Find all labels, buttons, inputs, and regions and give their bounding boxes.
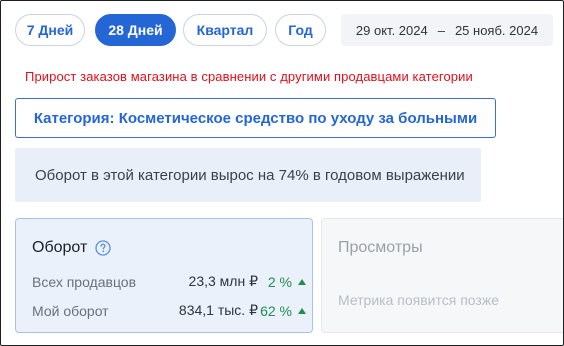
date-end: 25 нояб. 2024	[454, 22, 539, 38]
tab-year[interactable]: Год	[275, 14, 326, 46]
metric-change: 62 %	[258, 303, 306, 319]
views-card-title: Просмотры	[338, 239, 423, 256]
metric-row-all-sellers: Всех продавцов 23,3 млн ₽ 2 %	[32, 273, 306, 290]
views-card: Просмотры Метрика появится позже	[321, 218, 563, 333]
metric-label: Мой оборот	[32, 302, 109, 319]
date-range-picker[interactable]: 29 окт. 2024 – 25 нояб. 2024	[341, 14, 553, 46]
tab-quarter[interactable]: Квартал	[183, 14, 267, 46]
turnover-card-title: Оборот	[32, 239, 111, 257]
views-card-note: Метрика появится позже	[338, 292, 499, 308]
turnover-title-text: Оборот	[32, 239, 88, 256]
question-circle-icon[interactable]	[95, 240, 111, 256]
date-start: 29 окт. 2024	[355, 22, 428, 38]
date-separator: –	[437, 22, 445, 38]
tab-28-days[interactable]: 28 Дней	[95, 14, 176, 46]
metric-change: 2 %	[258, 274, 306, 290]
category-growth-note: Оборот в этой категории вырос на 74% в г…	[15, 148, 481, 202]
turnover-card[interactable]: Оборот Всех продавцов 23,3 млн ₽ 2 % Мой…	[15, 218, 313, 333]
metric-value: 23,3 млн ₽	[188, 273, 258, 289]
app-frame: 7 Дней 28 Дней Квартал Год 29 окт. 2024 …	[0, 0, 564, 346]
trend-up-icon	[298, 307, 306, 314]
metric-value: 834,1 тыс. ₽	[178, 302, 258, 318]
metric-label: Всех продавцов	[32, 273, 137, 290]
metric-change-value: 62 %	[260, 302, 292, 319]
category-button[interactable]: Категория: Косметическое средство по ухо…	[15, 98, 496, 138]
metric-row-my-turnover: Мой оборот 834,1 тыс. ₽ 62 %	[32, 302, 306, 319]
period-selector: 7 Дней 28 Дней Квартал Год	[15, 14, 326, 46]
metric-change-value: 2 %	[267, 273, 292, 290]
tab-7-days[interactable]: 7 Дней	[15, 14, 85, 46]
trend-up-icon	[298, 278, 306, 285]
comparison-alert: Прирост заказов магазина в сравнении с д…	[25, 69, 473, 84]
